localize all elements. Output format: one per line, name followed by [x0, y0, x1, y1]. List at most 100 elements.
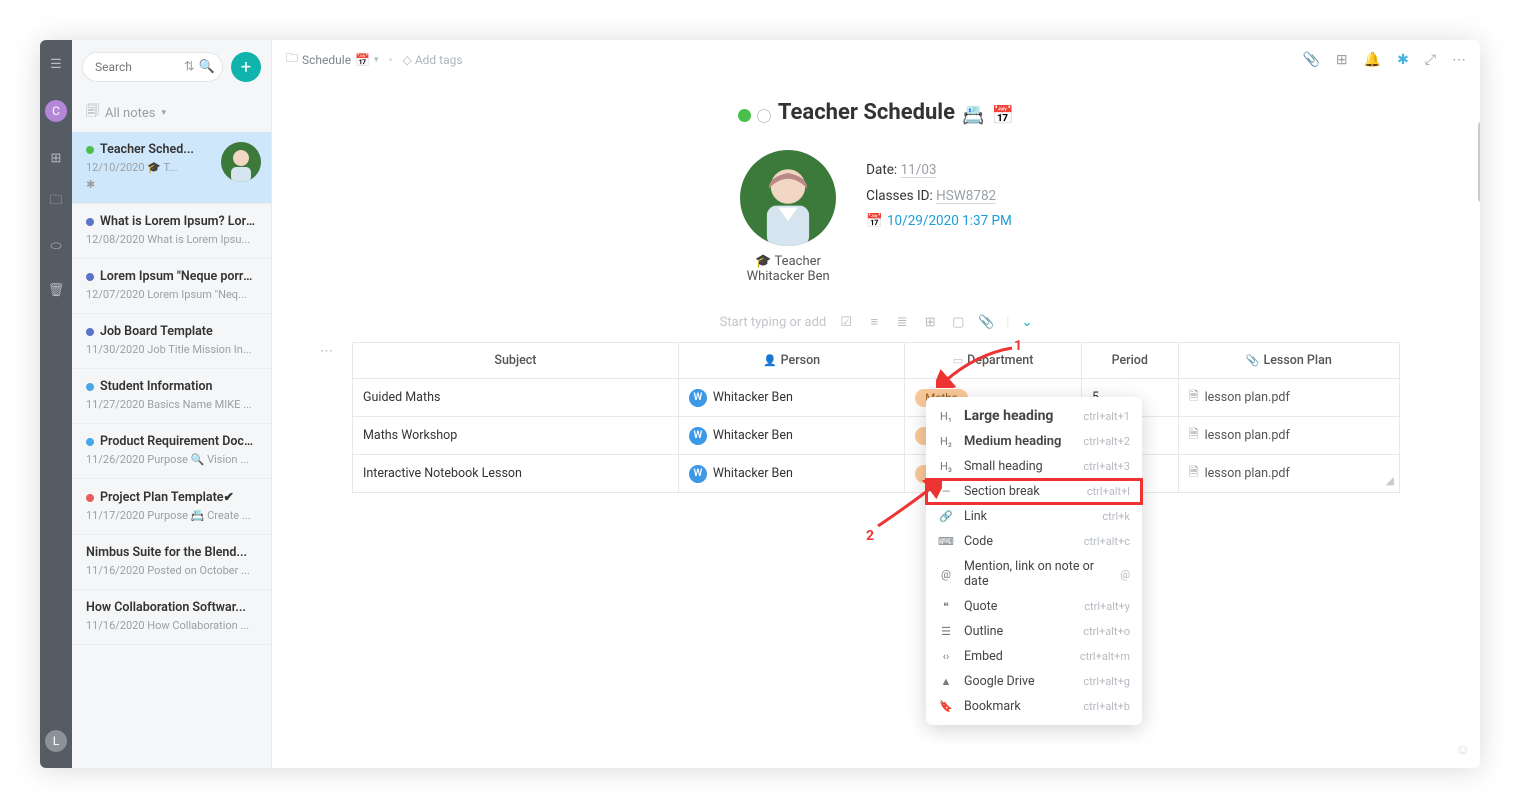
- title-emoji-calendar-icon: 📅: [992, 105, 1014, 126]
- editor-placeholder[interactable]: Start typing or add: [720, 315, 827, 330]
- insert-block-menu: H₁Large headingctrl+alt+1H₂Medium headin…: [926, 397, 1142, 725]
- note-meta: 12/07/2020 Lorem Ipsum "Neq...: [86, 288, 257, 301]
- person-badge-icon: W: [689, 427, 707, 445]
- table-row: Interactive Notebook Lesson WWhitacker B…: [353, 455, 1400, 493]
- chevron-down-icon: ▾: [161, 108, 166, 118]
- search-icon[interactable]: 🔍: [199, 60, 215, 75]
- menu-item-quote[interactable]: ❝Quotectrl+alt+y: [926, 594, 1142, 619]
- menu-item-mention-link-on-note-or-date[interactable]: @Mention, link on note or date@: [926, 554, 1142, 594]
- tag-icon[interactable]: ⬭: [48, 238, 64, 254]
- share-icon[interactable]: ✱: [1397, 52, 1409, 68]
- feedback-smile-icon[interactable]: ☺: [1456, 741, 1470, 758]
- trash-icon[interactable]: 🗑: [48, 282, 64, 298]
- hamburger-icon[interactable]: ☰: [48, 56, 64, 72]
- note-meta: 11/30/2020 Job Title Mission In...: [86, 343, 257, 356]
- person-cell[interactable]: WWhitacker Ben: [678, 417, 904, 455]
- menu-item-outline[interactable]: ☰Outlinectrl+alt+o: [926, 619, 1142, 644]
- note-item[interactable]: Teacher Sched...12/10/2020 🎓 T...✱: [72, 132, 271, 204]
- table-header[interactable]: Subject: [353, 343, 679, 379]
- calendar-icon: 📅: [866, 213, 883, 229]
- date-value[interactable]: 11/03: [901, 162, 937, 178]
- all-notes-selector[interactable]: 🗐 All notes ▾: [72, 94, 271, 132]
- note-item[interactable]: Lorem Ipsum "Neque porro ...12/07/2020 L…: [72, 259, 271, 314]
- resize-handle-icon[interactable]: ◢: [1386, 474, 1394, 487]
- menu-item-label: Quote: [964, 599, 1084, 614]
- person-cell[interactable]: WWhitacker Ben: [678, 455, 904, 493]
- menu-item-icon: ‹›: [938, 650, 954, 663]
- workspace-avatar[interactable]: L: [45, 730, 67, 752]
- notes-icon: 🗐: [86, 102, 99, 124]
- menu-item-large-heading[interactable]: H₁Large headingctrl+alt+1: [926, 403, 1142, 429]
- add-note-button[interactable]: +: [231, 52, 261, 82]
- expand-icon[interactable]: ⤢: [1425, 52, 1436, 68]
- menu-item-label: Small heading: [964, 459, 1083, 474]
- table-icon[interactable]: ⊞: [922, 314, 938, 330]
- note-item[interactable]: Product Requirement Docu...11/26/2020 Pu…: [72, 424, 271, 479]
- class-value[interactable]: HSW8782: [936, 188, 996, 204]
- more-blocks-chevron-icon[interactable]: ⌄: [1021, 315, 1032, 330]
- menu-item-icon: H₃: [938, 460, 954, 473]
- crumb-label: Schedule: [302, 53, 351, 67]
- note-title: Product Requirement Docu...: [86, 434, 257, 449]
- table-header[interactable]: Period: [1081, 343, 1178, 379]
- menu-item-label: Mention, link on note or date: [964, 559, 1120, 589]
- file-cell[interactable]: 🗎lesson plan.pdf: [1178, 417, 1399, 455]
- table-header[interactable]: 📎Lesson Plan: [1178, 343, 1399, 379]
- top-right-actions: 📎 ⊞ 🔔 ✱ ⤢ ⋯: [1302, 52, 1466, 68]
- menu-item-google-drive[interactable]: ▲ Google Drivectrl+alt+g: [926, 669, 1142, 694]
- user-avatar[interactable]: C: [45, 100, 67, 122]
- numbered-list-icon[interactable]: ≣: [894, 314, 910, 330]
- note-item[interactable]: Job Board Template11/30/2020 Job Title M…: [72, 314, 271, 369]
- add-tags-button[interactable]: ◇ Add tags: [403, 53, 463, 67]
- checkbox-icon[interactable]: ☑: [838, 314, 854, 330]
- apps-icon[interactable]: ⊞: [48, 150, 64, 166]
- menu-item-icon: ▲: [938, 675, 954, 688]
- note-item[interactable]: Nimbus Suite for the Blend...11/16/2020 …: [72, 535, 271, 590]
- folder-icon: 🗀: [286, 49, 298, 70]
- menu-item-embed[interactable]: ‹›Embedctrl+alt+m: [926, 644, 1142, 669]
- profile-right: Date: 11/03 Classes ID: HSW8782 📅10/29/2…: [866, 150, 1012, 284]
- bullet-list-icon[interactable]: ≡: [866, 314, 882, 330]
- folder-icon[interactable]: 🗀: [48, 194, 64, 210]
- annotation-2: 2: [866, 528, 874, 544]
- menu-item-bookmark[interactable]: 🔖Bookmarkctrl+alt+b: [926, 694, 1142, 719]
- table-header[interactable]: ▭Department: [905, 343, 1082, 379]
- schedule-table: Subject👤Person▭DepartmentPeriod📎Lesson P…: [352, 342, 1400, 493]
- menu-item-shortcut: ctrl+alt+c: [1084, 535, 1130, 548]
- table-more-icon[interactable]: ⋯: [320, 344, 333, 359]
- menu-item-label: Bookmark: [964, 699, 1083, 714]
- menu-item-icon: 🔖: [938, 700, 954, 713]
- menu-item-icon: —: [938, 485, 954, 498]
- menu-item-small-heading[interactable]: H₃Small headingctrl+alt+3: [926, 454, 1142, 479]
- menu-item-code[interactable]: ⌨Codectrl+alt+c: [926, 529, 1142, 554]
- attach-icon[interactable]: 📎: [1302, 52, 1319, 68]
- menu-item-link[interactable]: 🔗Linkctrl+k: [926, 504, 1142, 529]
- header-icon: ▭: [953, 354, 963, 367]
- face-icon: [757, 109, 771, 123]
- subject-cell[interactable]: Guided Maths: [353, 379, 679, 417]
- menu-item-shortcut: ctrl+alt+g: [1083, 675, 1130, 688]
- menu-item-medium-heading[interactable]: H₂Medium headingctrl+alt+2: [926, 429, 1142, 454]
- subject-cell[interactable]: Interactive Notebook Lesson: [353, 455, 679, 493]
- subject-cell[interactable]: Maths Workshop: [353, 417, 679, 455]
- timestamp[interactable]: 10/29/2020 1:37 PM: [887, 213, 1012, 229]
- file-icon: 🗎: [1189, 387, 1199, 408]
- attach-icon[interactable]: 📎: [978, 314, 994, 330]
- note-item[interactable]: How Collaboration Softwar...11/16/2020 H…: [72, 590, 271, 645]
- table-header[interactable]: 👤Person: [678, 343, 904, 379]
- note-item[interactable]: Project Plan Template✔11/17/2020 Purpose…: [72, 479, 271, 535]
- person-cell[interactable]: WWhitacker Ben: [678, 379, 904, 417]
- menu-item-label: Google Drive: [964, 674, 1083, 689]
- file-cell[interactable]: 🗎lesson plan.pdf: [1178, 455, 1399, 493]
- qr-icon[interactable]: ⊞: [1336, 52, 1348, 68]
- filter-icon[interactable]: ⇅: [184, 60, 195, 75]
- file-cell[interactable]: 🗎lesson plan.pdf: [1178, 379, 1399, 417]
- more-icon[interactable]: ⋯: [1452, 52, 1466, 68]
- bell-icon[interactable]: 🔔: [1364, 52, 1381, 68]
- image-icon[interactable]: ▢: [950, 314, 966, 330]
- breadcrumb[interactable]: 🗀 Schedule 📅 ▾: [286, 49, 379, 70]
- note-item[interactable]: Student Information11/27/2020 Basics Nam…: [72, 369, 271, 424]
- menu-item-section-break[interactable]: —Section breakctrl+alt+l: [926, 479, 1142, 504]
- table-wrap: ⋯ Subject👤Person▭DepartmentPeriod📎Lesson…: [352, 342, 1400, 493]
- note-item[interactable]: What is Lorem Ipsum? Lore...12/08/2020 W…: [72, 204, 271, 259]
